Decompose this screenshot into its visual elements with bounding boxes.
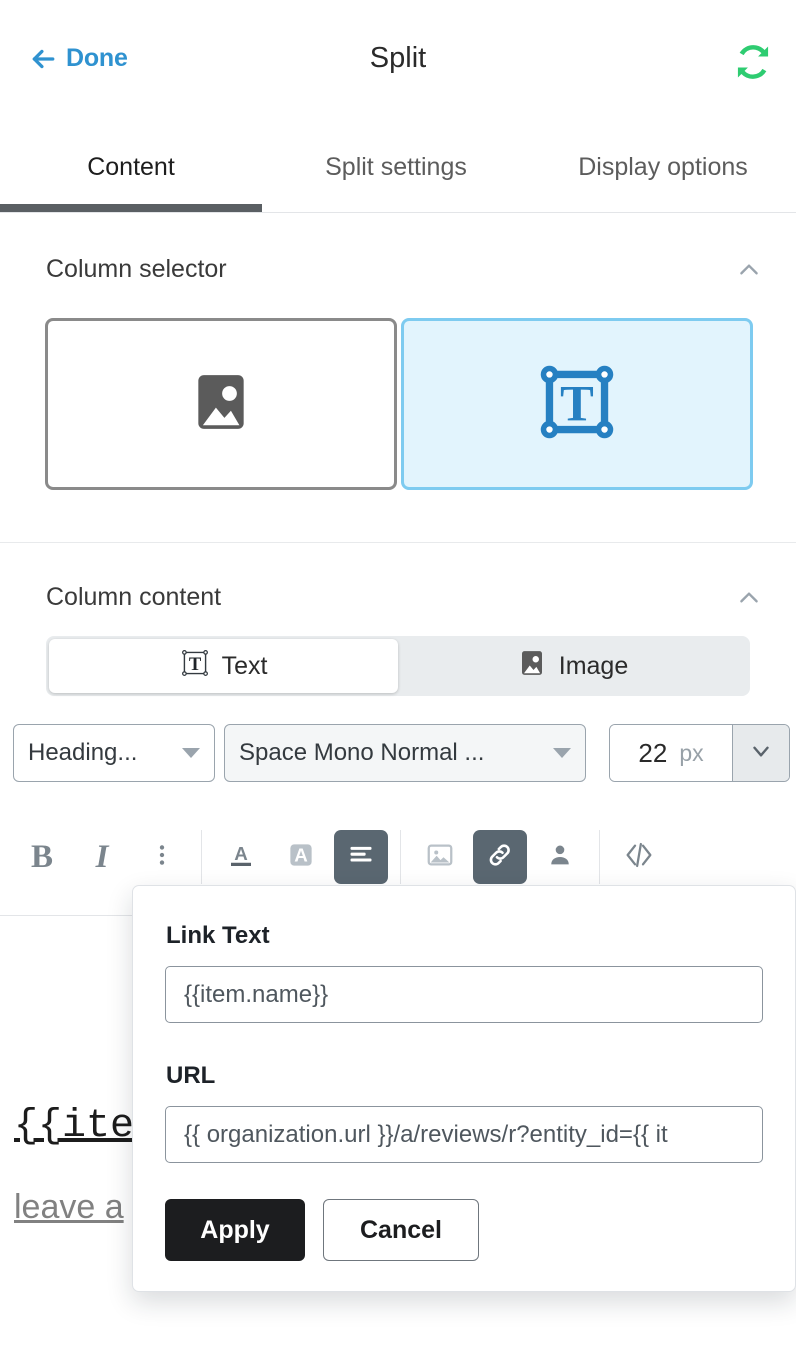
url-value: {{ organization.url }}/a/reviews/r?entit… — [184, 1120, 668, 1148]
font-size-input[interactable]: 22 px — [610, 725, 732, 781]
tab-display-options[interactable]: Display options — [530, 122, 796, 212]
insert-link-button[interactable] — [473, 830, 527, 884]
svg-text:A: A — [234, 843, 248, 864]
cancel-button[interactable]: Cancel — [323, 1199, 479, 1261]
editor-heading-text: {{ite — [14, 1104, 135, 1149]
insert-image-button[interactable] — [413, 830, 467, 884]
text-box-icon: T — [538, 363, 616, 446]
chevron-down-icon — [748, 738, 774, 769]
caret-down-icon — [553, 748, 571, 758]
url-input[interactable]: {{ organization.url }}/a/reviews/r?entit… — [165, 1106, 763, 1163]
image-icon — [425, 840, 455, 875]
person-icon — [546, 841, 574, 874]
tab-split-settings[interactable]: Split settings — [262, 122, 530, 212]
column-content-section: Column content T Text Image Heading... S… — [0, 543, 796, 818]
toolbar-divider — [599, 830, 600, 884]
column-tile-text[interactable]: T — [401, 318, 753, 490]
highlight-color-button[interactable]: A — [274, 830, 328, 884]
text-box-icon: T — [180, 648, 210, 685]
apply-button[interactable]: Apply — [165, 1199, 305, 1261]
link-text-value: {{item.name}} — [184, 980, 329, 1008]
column-selector-title: Column selector — [46, 255, 227, 283]
column-selector-section: Column selector T — [0, 213, 796, 543]
active-tab-indicator — [0, 204, 262, 212]
segment-image[interactable]: Image — [398, 639, 747, 693]
toolbar-divider — [201, 830, 202, 884]
refresh-sync-icon[interactable] — [733, 42, 773, 82]
column-selector-header[interactable]: Column selector — [46, 255, 762, 284]
link-text-label: Link Text — [166, 922, 270, 949]
app-header: Done Split — [0, 0, 796, 122]
image-placeholder-icon — [187, 368, 255, 441]
segment-text-label: Text — [221, 651, 268, 680]
align-left-icon — [347, 841, 375, 874]
more-options-button[interactable] — [135, 830, 189, 884]
bold-icon: B — [30, 838, 53, 875]
align-button[interactable] — [334, 830, 388, 884]
font-size-value: 22 — [638, 737, 668, 768]
svg-text:T: T — [560, 375, 594, 431]
content-type-segmented-control: T Text Image — [46, 636, 750, 696]
editor-link-text: leave a — [14, 1188, 124, 1226]
page-title: Split — [369, 42, 427, 74]
split-editor-screen: Done Split Content Split settings Displa… — [0, 0, 796, 1358]
font-family-value: Space Mono Normal ... — [239, 739, 485, 766]
paragraph-style-value: Heading... — [28, 739, 138, 766]
paragraph-style-dropdown[interactable]: Heading... — [13, 724, 215, 782]
toolbar-divider — [400, 830, 401, 884]
link-icon — [485, 840, 515, 875]
font-family-dropdown[interactable]: Space Mono Normal ... — [224, 724, 586, 782]
caret-down-icon — [182, 748, 200, 758]
chevron-up-icon[interactable] — [736, 585, 762, 611]
font-size-dropdown-button[interactable] — [732, 725, 789, 781]
bold-button[interactable]: B — [15, 830, 69, 884]
tab-bar: Content Split settings Display options — [0, 122, 796, 213]
svg-text:A: A — [294, 844, 308, 865]
column-tile-image[interactable] — [45, 318, 397, 490]
highlight-icon: A — [286, 840, 316, 875]
url-label: URL — [166, 1062, 216, 1089]
dialog-actions: Apply Cancel — [165, 1199, 479, 1261]
rich-text-toolbar: B I A A — [0, 828, 796, 886]
source-code-button[interactable] — [612, 830, 666, 884]
kebab-menu-icon — [149, 842, 175, 873]
font-size-stepper: 22 px — [609, 724, 790, 782]
italic-icon: I — [95, 838, 109, 875]
column-content-title: Column content — [46, 583, 222, 611]
column-tiles: T — [45, 318, 753, 490]
tab-content[interactable]: Content — [0, 122, 262, 212]
code-icon — [623, 839, 655, 876]
svg-text:T: T — [188, 654, 201, 675]
link-text-input[interactable]: {{item.name}} — [165, 966, 763, 1023]
text-color-button[interactable]: A — [214, 830, 268, 884]
image-placeholder-icon — [517, 648, 547, 685]
font-size-unit: px — [679, 739, 704, 766]
segment-text[interactable]: T Text — [49, 639, 398, 693]
segment-image-label: Image — [558, 651, 629, 680]
text-color-icon: A — [226, 840, 256, 875]
italic-button[interactable]: I — [75, 830, 129, 884]
column-content-header[interactable]: Column content — [46, 583, 762, 612]
text-format-controls: Heading... Space Mono Normal ... 22 px — [13, 724, 790, 782]
chevron-up-icon[interactable] — [736, 257, 762, 283]
insert-link-dialog: Link Text {{item.name}} URL {{ organizat… — [132, 885, 796, 1292]
insert-person-button[interactable] — [533, 830, 587, 884]
